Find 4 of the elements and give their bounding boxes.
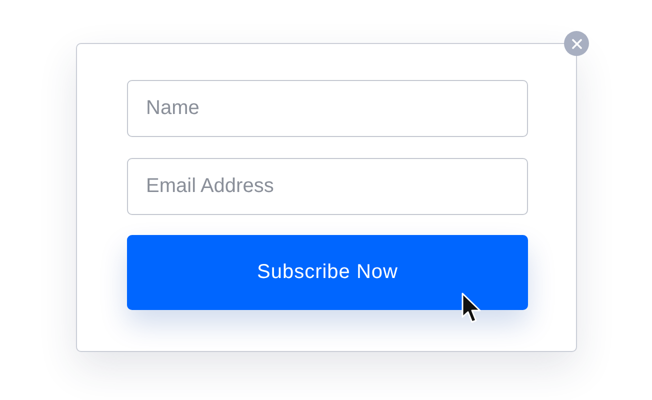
close-button[interactable]: [564, 31, 589, 56]
close-icon: [572, 38, 582, 48]
input-field[interactable]: Name: [127, 80, 528, 137]
input-field[interactable]: Email Address: [127, 158, 528, 215]
